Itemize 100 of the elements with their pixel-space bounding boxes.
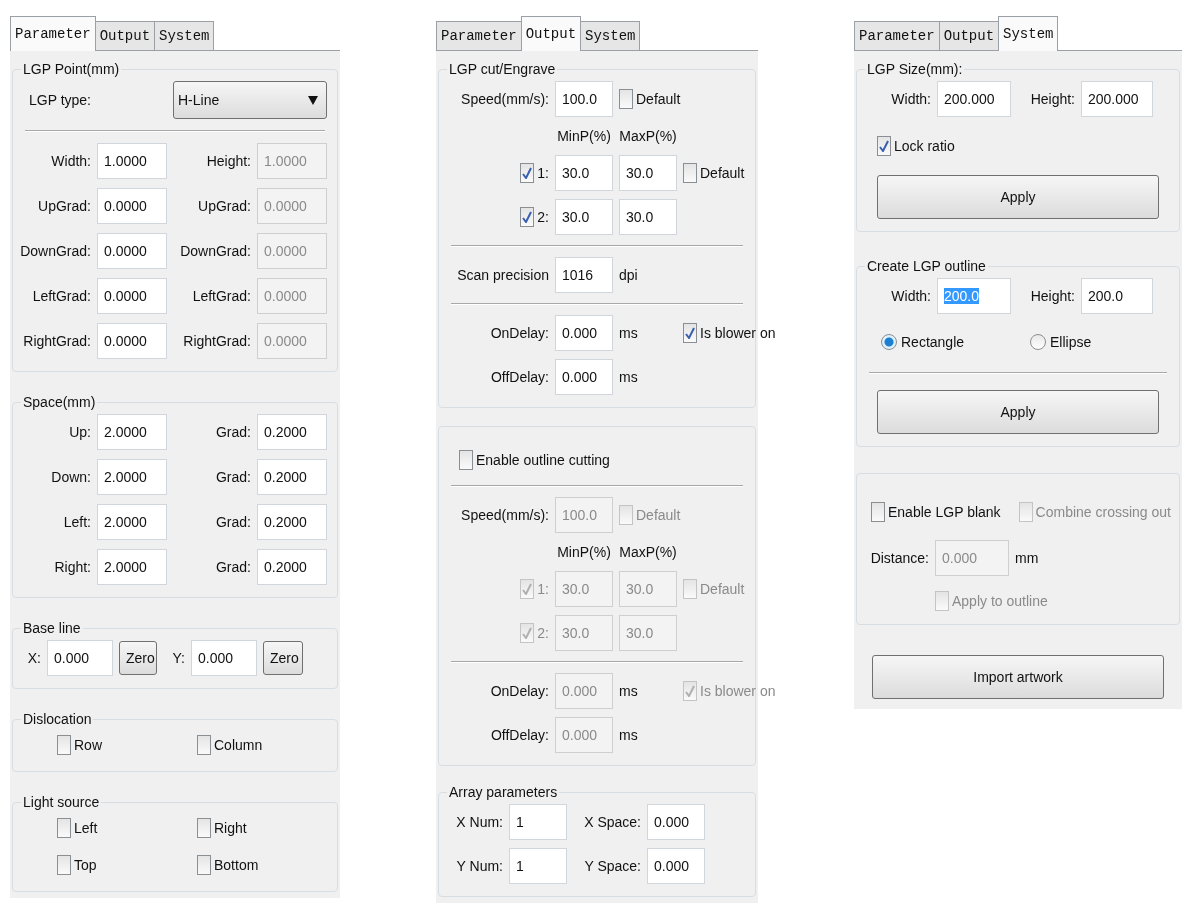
input-field[interactable]: 0.2000 bbox=[257, 414, 327, 450]
button[interactable]: Zero bbox=[263, 641, 303, 675]
group-title: LGP cut/Engrave bbox=[448, 61, 557, 77]
input-field[interactable]: 0.2000 bbox=[257, 504, 327, 540]
field-label: Right: bbox=[54, 559, 91, 575]
caret-icon bbox=[308, 95, 318, 105]
unit-label: ms bbox=[619, 325, 638, 341]
unit-label: ms bbox=[619, 369, 638, 385]
tab[interactable]: System bbox=[154, 21, 215, 50]
field-label: Height: bbox=[1030, 288, 1075, 304]
button[interactable]: Zero bbox=[119, 641, 157, 675]
checkbox[interactable]: Right bbox=[197, 818, 247, 838]
checkbox[interactable]: Enable LGP blank bbox=[871, 502, 1001, 522]
input-field[interactable]: 0.000 bbox=[555, 315, 613, 351]
field-label: OffDelay: bbox=[490, 727, 549, 743]
checkbox[interactable]: Lock ratio bbox=[877, 136, 955, 156]
input-field[interactable]: 30.0 bbox=[619, 199, 677, 235]
unit-label: ms bbox=[619, 683, 638, 699]
tab[interactable]: Output bbox=[938, 21, 1000, 50]
radio-button[interactable]: Ellipse bbox=[1030, 334, 1092, 350]
tab[interactable]: Parameter bbox=[854, 21, 940, 50]
input-field[interactable]: 1016 bbox=[555, 257, 613, 293]
field-label: Down: bbox=[51, 469, 91, 485]
field-label: UpGrad: bbox=[38, 198, 91, 214]
input-field[interactable]: 0.000 bbox=[647, 804, 705, 840]
input-field[interactable]: 2.0000 bbox=[97, 504, 167, 540]
checkbox[interactable]: Enable outline cutting bbox=[459, 450, 610, 470]
field-label: Y Space: bbox=[584, 858, 641, 874]
check-icon bbox=[522, 167, 533, 179]
check-icon bbox=[522, 627, 533, 639]
input-field[interactable]: 200.000 bbox=[1081, 81, 1153, 117]
field-label: UpGrad: bbox=[198, 198, 251, 214]
input-field[interactable]: 0.0000 bbox=[97, 233, 167, 269]
unit-label: mm bbox=[1015, 550, 1039, 566]
input-field[interactable]: 30.0 bbox=[619, 155, 677, 191]
input-field[interactable]: 100.0 bbox=[555, 81, 613, 117]
group-title: Create LGP outline bbox=[866, 258, 987, 274]
group-title: Space(mm) bbox=[22, 394, 97, 410]
input-field[interactable]: 0.0000 bbox=[97, 278, 167, 314]
field-label: OnDelay: bbox=[490, 683, 549, 699]
column-heading: MinP(%) bbox=[557, 544, 611, 560]
field-label: Up: bbox=[69, 424, 91, 440]
input-field[interactable]: 2.0000 bbox=[97, 459, 167, 495]
input-field[interactable]: 1.0000 bbox=[97, 143, 167, 179]
column-heading: MaxP(%) bbox=[619, 544, 677, 560]
input-field[interactable]: 1 bbox=[509, 848, 567, 884]
input-field[interactable]: 200.000 bbox=[937, 81, 1011, 117]
field-label: X Space: bbox=[584, 814, 641, 830]
field-label: Speed(mm/s): bbox=[461, 91, 549, 107]
checkbox[interactable]: Default bbox=[683, 163, 745, 183]
button[interactable]: Apply bbox=[877, 175, 1159, 219]
radio-button[interactable]: Rectangle bbox=[881, 334, 965, 350]
field-label: Left: bbox=[63, 514, 91, 530]
field-label: Height: bbox=[1030, 91, 1075, 107]
input-field[interactable]: 0.000 bbox=[555, 359, 613, 395]
check-icon bbox=[879, 140, 889, 152]
field-label: DownGrad: bbox=[180, 243, 251, 259]
input-field[interactable]: 0.000 bbox=[47, 640, 113, 676]
input-field[interactable]: 0.000 bbox=[191, 640, 257, 676]
input-field[interactable]: 0.000 bbox=[647, 848, 705, 884]
field-label: Grad: bbox=[216, 424, 251, 440]
input-field[interactable]: 0.0000 bbox=[97, 323, 167, 359]
tab[interactable]: Output bbox=[94, 21, 156, 50]
button[interactable]: Import artwork bbox=[872, 655, 1164, 699]
unit-label: ms bbox=[619, 727, 638, 743]
input-field[interactable]: 1 bbox=[509, 804, 567, 840]
field-label: Speed(mm/s): bbox=[461, 507, 549, 523]
column-heading: MaxP(%) bbox=[619, 128, 677, 144]
group-title: Light source bbox=[22, 794, 101, 810]
field-label: Y Num: bbox=[456, 858, 503, 874]
tab[interactable]: Output bbox=[520, 16, 582, 51]
dropdown[interactable]: H-Line bbox=[173, 81, 327, 119]
tab[interactable]: Parameter bbox=[10, 16, 96, 51]
input-field[interactable]: 2.0000 bbox=[97, 549, 167, 585]
checkbox[interactable]: Is blower on bbox=[683, 323, 776, 343]
input-field[interactable]: 0.0000 bbox=[97, 188, 167, 224]
input-field[interactable]: 30.0 bbox=[555, 155, 613, 191]
checkbox[interactable]: Default bbox=[619, 89, 681, 109]
tab[interactable]: Parameter bbox=[436, 21, 522, 50]
input-field[interactable]: 200.0 bbox=[1081, 278, 1153, 314]
field-label: Width: bbox=[891, 288, 931, 304]
button[interactable]: Apply bbox=[877, 390, 1159, 434]
input-field[interactable]: 0.2000 bbox=[257, 549, 327, 585]
tab[interactable]: System bbox=[998, 16, 1059, 51]
checkbox[interactable]: Row bbox=[57, 735, 102, 755]
checkbox[interactable]: Bottom bbox=[197, 855, 259, 875]
group-title: Dislocation bbox=[22, 711, 93, 727]
check-icon bbox=[685, 327, 695, 339]
input-field[interactable]: 30.0 bbox=[555, 199, 613, 235]
field-label: RightGrad: bbox=[23, 333, 91, 349]
checkbox[interactable]: Column bbox=[197, 735, 263, 755]
tab[interactable]: System bbox=[580, 21, 641, 50]
check-icon bbox=[522, 211, 533, 223]
input-field[interactable]: 0.2000 bbox=[257, 459, 327, 495]
field-label: X: bbox=[27, 650, 41, 666]
input-field[interactable]: 2.0000 bbox=[97, 414, 167, 450]
checkbox[interactable]: Left bbox=[57, 818, 98, 838]
checkbox[interactable]: Top bbox=[57, 855, 97, 875]
field-label: OnDelay: bbox=[490, 325, 549, 341]
field-label: RightGrad: bbox=[183, 333, 251, 349]
